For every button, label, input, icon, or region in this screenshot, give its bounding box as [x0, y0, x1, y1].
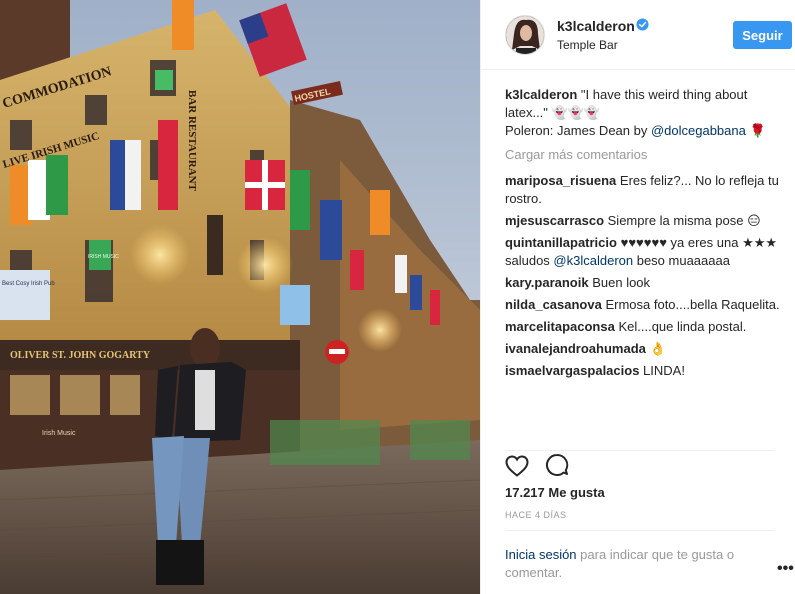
load-more-comments-link[interactable]: Cargar más comentarios [505, 146, 780, 164]
post-photo[interactable]: COMMODATION LIVE IRISH MUSIC BAR RESTAUR… [0, 0, 480, 594]
sign-gogarty: OLIVER ST. JOHN GOGARTY [10, 350, 151, 361]
comment-text: LINDA! [643, 363, 685, 378]
caption-mention[interactable]: @dolcegabbana [651, 123, 746, 138]
post-timestamp[interactable]: HACE 4 DÍAS [505, 510, 567, 520]
comment-username[interactable]: quintanillapatricio [505, 235, 617, 250]
comment-username[interactable]: nilda_casanova [505, 297, 602, 312]
caption-line2-suffix: 🌹 [745, 123, 766, 138]
avatar[interactable] [505, 15, 545, 55]
more-options-icon[interactable]: ••• [777, 561, 794, 577]
action-bar [505, 450, 775, 477]
comment-username[interactable]: mariposa_risuena [505, 173, 616, 188]
comment-username[interactable]: mjesuscarrasco [505, 213, 604, 228]
comment-username[interactable]: ismaelvargaspalacios [505, 363, 639, 378]
sign-restaurant: BAR RESTAURANT [186, 90, 198, 192]
verified-badge-icon [636, 18, 649, 31]
comment-row: ivanalejandroahumada 👌 [505, 340, 780, 358]
heart-icon[interactable] [505, 455, 529, 477]
comment-text: Kel....que linda postal. [618, 319, 747, 334]
likes-count[interactable]: 17.217 Me gusta [505, 485, 605, 500]
sign-lower: Irish Music [42, 430, 76, 437]
instagram-post-view: COMMODATION LIVE IRISH MUSIC BAR RESTAUR… [0, 0, 795, 594]
post-details-panel: k3lcalderon Temple Bar Seguir k3lcaldero… [480, 0, 795, 594]
sign-best-pub: Best Cosy Irish Pub [2, 281, 55, 287]
comment-row: quintanillapatricio ♥♥♥♥♥♥ ya eres una ★… [505, 234, 780, 270]
comment-row: mariposa_risuena Eres feliz?... No lo re… [505, 172, 780, 208]
comment-text: Buen look [592, 275, 651, 290]
login-link[interactable]: Inicia sesión [505, 547, 577, 562]
comment-row: kary.paranoik Buen look [505, 274, 780, 292]
post-username[interactable]: k3lcalderon [557, 18, 635, 34]
follow-button[interactable]: Seguir [733, 21, 792, 49]
comment-row: ismaelvargaspalacios LINDA! [505, 362, 780, 380]
comment-bubble-icon[interactable] [545, 453, 569, 477]
comment-row: nilda_casanova Ermosa foto....bella Raqu… [505, 296, 780, 314]
comment-mention[interactable]: @k3lcalderon [553, 253, 633, 268]
comment-row: mjesuscarrasco Siempre la misma pose 😑 [505, 212, 780, 230]
login-prompt: Inicia sesión para indicar que te gusta … [505, 530, 775, 594]
caption-username[interactable]: k3lcalderon [505, 87, 577, 102]
caption: k3lcalderon "I have this weird thing abo… [505, 86, 780, 140]
temple-bar-street-photo: COMMODATION LIVE IRISH MUSIC BAR RESTAUR… [0, 0, 480, 594]
sign-small-irish-music: IRISH MUSIC [88, 254, 119, 260]
comment-text: Ermosa foto....bella Raquelita. [605, 297, 780, 312]
comment-row: marcelitapaconsa Kel....que linda postal… [505, 318, 780, 336]
comment-text: Siempre la misma pose 😑 [607, 213, 761, 228]
caption-line2-prefix: Poleron: James Dean by [505, 123, 651, 138]
post-header: k3lcalderon Temple Bar Seguir [481, 0, 795, 70]
comment-text: 👌 [649, 341, 666, 356]
post-location[interactable]: Temple Bar [557, 38, 618, 52]
comment-username[interactable]: ivanalejandroahumada [505, 341, 646, 356]
comment-username[interactable]: marcelitapaconsa [505, 319, 615, 334]
comment-username[interactable]: kary.paranoik [505, 275, 589, 290]
avatar-image [506, 16, 544, 54]
comment-text-after: beso muaaaaaa [633, 253, 730, 268]
comments-section: k3lcalderon "I have this weird thing abo… [505, 86, 780, 384]
